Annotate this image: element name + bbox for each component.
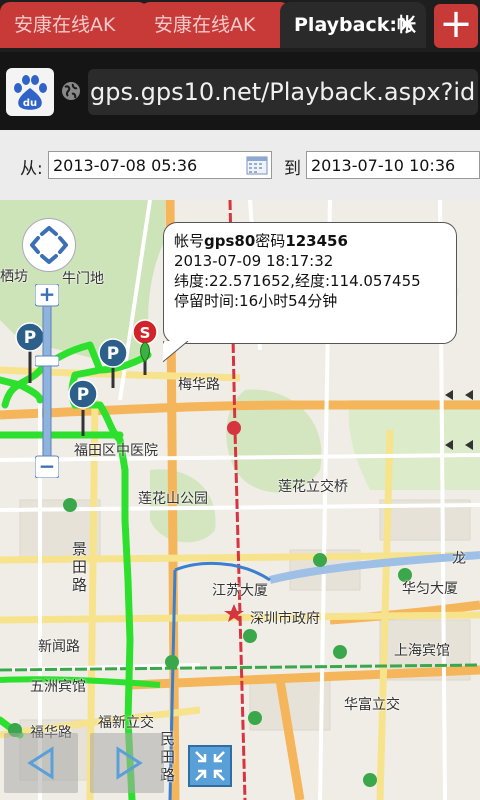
- map-label-huayun: 华匀大厦: [402, 581, 458, 597]
- tab-ankang-1[interactable]: 安康在线AK: [0, 2, 148, 48]
- zoom-control: [34, 283, 60, 479]
- url-bar: du gps.gps10.net/Playback.aspx?id: [0, 52, 480, 130]
- tab-ankang-2[interactable]: 安康在线AK: [140, 2, 290, 48]
- zoom-in-button[interactable]: +: [35, 282, 59, 306]
- to-date-input[interactable]: 2013-07-10 10:36: [306, 151, 480, 179]
- map-view[interactable]: P P P S 栖坊 牛门地 梅华路 福田区中医院 莲花山公园 莲花立交桥 景田…: [0, 200, 480, 800]
- close-tab-icon[interactable]: ×: [398, 2, 416, 48]
- popup-pointer-icon: [163, 341, 189, 363]
- chevron-right-icon: [116, 746, 143, 780]
- previous-button[interactable]: [4, 733, 78, 793]
- marker-p-2: P: [107, 344, 119, 364]
- new-tab-button[interactable]: +: [434, 4, 478, 48]
- popup-coords: 纬度:22.571652,经度:114.057455: [174, 272, 421, 290]
- from-date-input[interactable]: 2013-07-08 05:36: [48, 151, 272, 179]
- tab-title: 安康在线AK: [14, 14, 116, 36]
- zoom-out-button[interactable]: −: [35, 454, 59, 478]
- globe-icon: [60, 80, 82, 102]
- popup-stay: 停留时间:16小时54分钟: [174, 292, 338, 310]
- info-popup: 帐号gps80密码123456 2013-07-09 18:17:32 纬度:2…: [163, 222, 457, 363]
- marker-start: S: [140, 324, 151, 342]
- map-label-wuzhou: 五洲宾馆: [30, 679, 86, 695]
- tab-title: 安康在线AK: [154, 14, 256, 36]
- map-label-shanghai-hotel: 上海宾馆: [394, 643, 450, 659]
- map-label-city-hall: 深圳市政府: [250, 611, 320, 627]
- map-label-long: 龙: [452, 551, 466, 567]
- map-pan-control[interactable]: [22, 218, 76, 272]
- tab-playback[interactable]: Playback:帐 ×: [280, 2, 426, 48]
- map-label-jingtian: 景田路: [72, 540, 88, 594]
- map-label-meihua: 梅华路: [178, 377, 220, 393]
- map-label-lianhua-interchange: 莲花立交桥: [278, 479, 348, 495]
- popup-account-line: 帐号gps80密码123456: [174, 232, 348, 250]
- collapse-arrows-icon: [195, 751, 225, 781]
- baidu-logo-icon[interactable]: du: [6, 68, 54, 116]
- popup-datetime: 2013-07-09 18:17:32: [174, 252, 334, 270]
- to-label: 到: [284, 159, 301, 179]
- from-label: 从:: [20, 159, 43, 179]
- map-label-futian-hospital: 福田区中医院: [74, 443, 158, 459]
- password-value: 123456: [285, 232, 348, 250]
- date-range-bar: 从: 2013-07-08 05:36 到 2013-07-10 10:36: [0, 130, 480, 200]
- svg-text:du: du: [23, 98, 37, 109]
- map-label-lianhuashan: 莲花山公园: [138, 491, 208, 507]
- map-label-xinwen: 新闻路: [38, 639, 80, 655]
- account-id: gps80: [204, 232, 256, 250]
- calendar-icon[interactable]: [246, 155, 268, 175]
- address-field[interactable]: gps.gps10.net/Playback.aspx?id: [88, 69, 478, 115]
- from-date-value: 2013-07-08 05:36: [53, 156, 198, 175]
- chevron-left-icon: [27, 746, 54, 780]
- tab-bar: 安康在线AK 安康在线AK Playback:帐 × +: [0, 0, 480, 52]
- fit-view-button[interactable]: [188, 745, 232, 787]
- map-label-niumen: 牛门地: [62, 271, 104, 287]
- next-button[interactable]: [90, 733, 164, 793]
- map-label-huafu: 华富立交: [344, 697, 400, 713]
- map-label-jiangsu: 江苏大厦: [212, 583, 268, 599]
- marker-p-3: P: [77, 385, 89, 405]
- to-date-value: 2013-07-10 10:36: [311, 156, 456, 175]
- map-label-fuxin: 福新立交: [98, 715, 154, 731]
